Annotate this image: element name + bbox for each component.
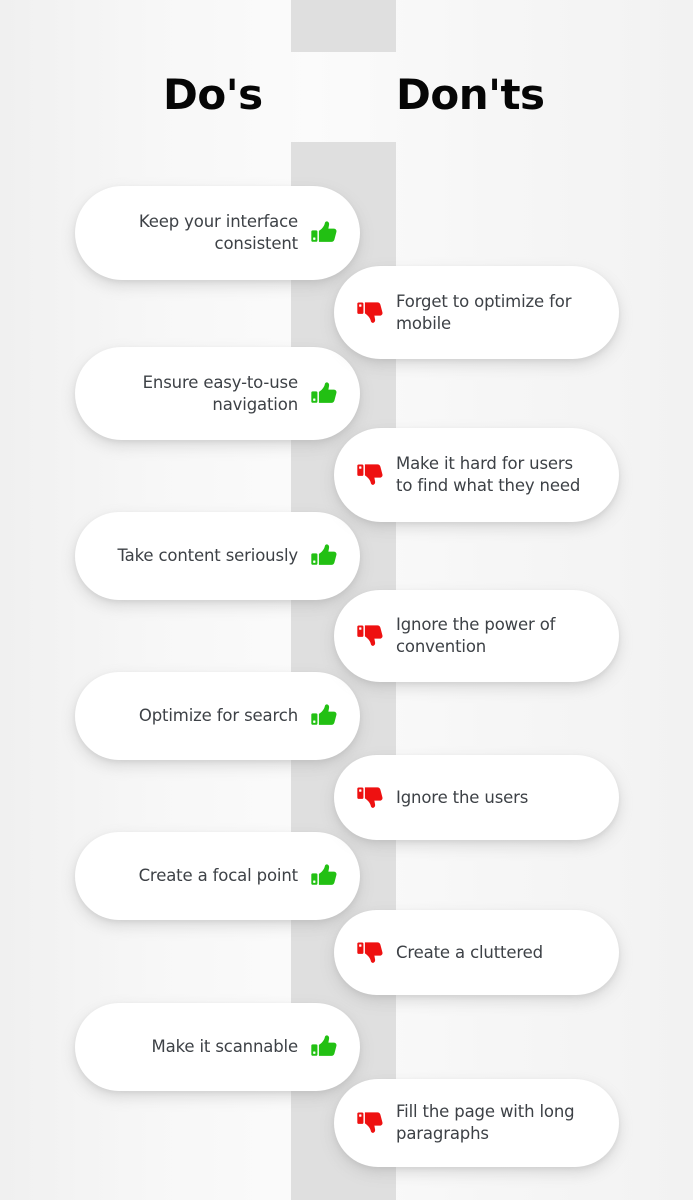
- thumbs-down-icon: [357, 625, 383, 646]
- do-card-3[interactable]: Take content seriously: [75, 512, 360, 600]
- do-card-label: Optimize for search: [138, 706, 298, 726]
- do-card-label: Ensure easy-to-use navigation: [142, 372, 299, 414]
- dont-card-6[interactable]: Fill the page with long paragraphs: [334, 1079, 619, 1167]
- dont-card-4[interactable]: Ignore the users: [334, 755, 619, 840]
- do-card-5[interactable]: Create a focal point: [75, 832, 360, 920]
- do-card-label: Create a focal point: [138, 866, 299, 886]
- dont-card-2[interactable]: Make it hard for users to find what they…: [334, 428, 619, 522]
- thumbs-down-icon: [357, 464, 383, 485]
- thumbs-up-icon: [311, 221, 337, 242]
- dont-card-5[interactable]: Create a cluttered: [334, 910, 619, 995]
- dont-card-label: Ignore the users: [396, 787, 529, 807]
- dont-card-3[interactable]: Ignore the power of convention: [334, 590, 619, 682]
- dont-card-label: Make it hard for users to find what they…: [396, 454, 581, 495]
- do-card-label: Keep your interface consistent: [138, 212, 298, 253]
- thumbs-up-icon: [311, 1035, 337, 1056]
- do-card-1[interactable]: Keep your interface consistent: [75, 186, 360, 280]
- center-band-top: [291, 0, 396, 52]
- do-card-6[interactable]: Make it scannable: [75, 1003, 360, 1091]
- do-card-4[interactable]: Optimize for search: [75, 672, 360, 760]
- thumbs-down-icon: [357, 941, 383, 963]
- thumbs-up-icon: [311, 864, 337, 885]
- column-headings: Do's Don'ts: [0, 62, 693, 132]
- dos-heading: Do's: [163, 70, 263, 119]
- dont-card-label: Create a cluttered: [396, 942, 543, 962]
- dont-card-label: Fill the page with long paragraphs: [396, 1102, 575, 1143]
- thumbs-up-icon: [311, 704, 337, 725]
- dont-card-label: Forget to optimize for mobile: [396, 291, 572, 333]
- thumbs-down-icon: [357, 786, 383, 808]
- dont-card-1[interactable]: Forget to optimize for mobile: [334, 266, 619, 359]
- thumbs-down-icon: [357, 1112, 383, 1133]
- do-card-label: Make it scannable: [151, 1037, 299, 1057]
- dont-card-label: Ignore the power of convention: [396, 615, 556, 656]
- do-card-2[interactable]: Ensure easy-to-use navigation: [75, 347, 360, 440]
- thumbs-up-icon: [311, 544, 337, 565]
- donts-heading: Don'ts: [396, 70, 545, 119]
- thumbs-up-icon: [311, 381, 337, 403]
- do-card-label: Take content seriously: [117, 546, 298, 566]
- thumbs-down-icon: [357, 301, 383, 323]
